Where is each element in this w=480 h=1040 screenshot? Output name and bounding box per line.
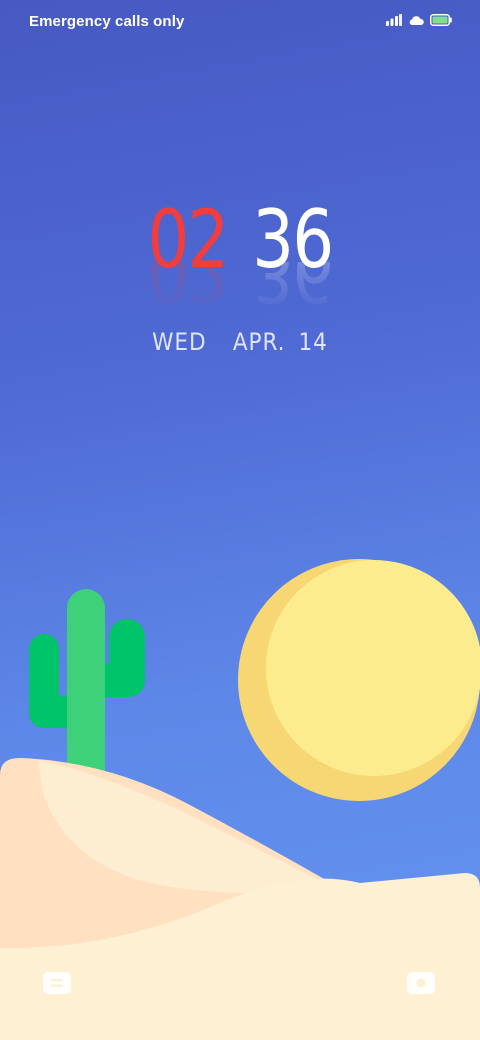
camera-shortcut-button[interactable]	[406, 970, 436, 1000]
clock-reflection: 02 36	[43, 262, 437, 312]
clock-reflection-minute: 36	[252, 262, 333, 312]
notes-shortcut-button[interactable]	[42, 970, 72, 1000]
notes-icon	[43, 971, 71, 999]
clock-reflection-hour: 02	[147, 262, 228, 312]
lockscreen-date: WED APR. 14	[152, 328, 328, 356]
camera-icon	[407, 971, 435, 999]
cactus-illustration	[29, 589, 145, 789]
desert-wallpaper	[0, 559, 480, 1040]
sun-illustration	[238, 559, 480, 801]
